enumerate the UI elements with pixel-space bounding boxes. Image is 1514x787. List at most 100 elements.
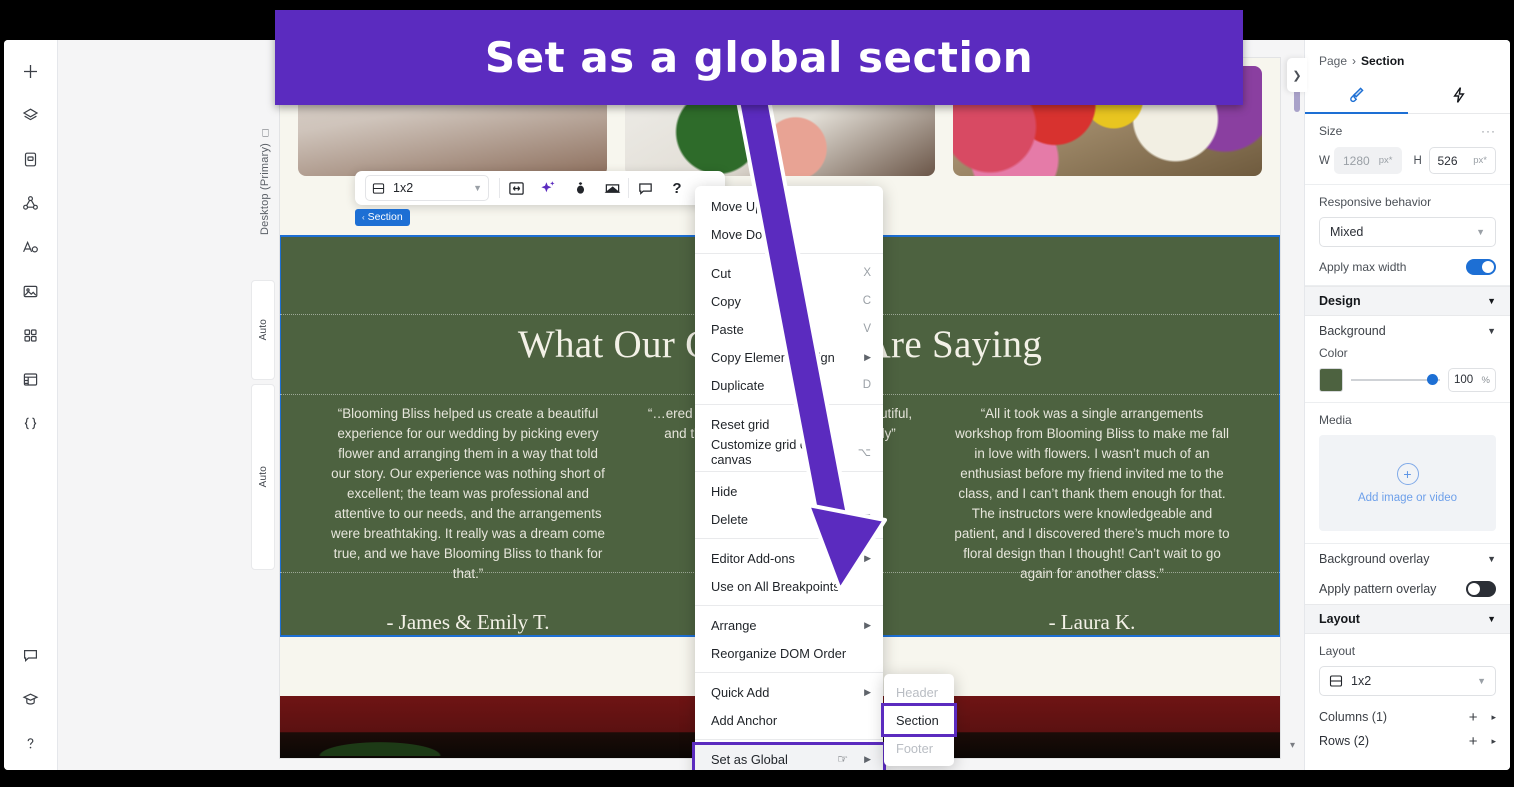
slider-thumb[interactable] <box>1427 374 1438 385</box>
plus-icon: + <box>1396 462 1419 485</box>
opacity-input[interactable]: 100 % <box>1448 368 1496 392</box>
add-element-icon[interactable] <box>14 54 48 88</box>
chevron-right-icon: ▶ <box>864 686 871 697</box>
size-section: Size ··· W 1280 px* H 526 px* <box>1305 114 1510 185</box>
chevron-right-icon: ▶ <box>864 753 871 764</box>
size-header: Size ··· <box>1319 124 1496 138</box>
menu-item-quick-add[interactable]: Quick Add ▶ <box>695 678 883 706</box>
menu-item-duplicate[interactable]: Duplicate D <box>695 371 883 399</box>
menu-shortcut: D <box>862 379 871 391</box>
add-row-button[interactable]: + <box>1469 733 1478 750</box>
menu-item-reorganize-dom-order[interactable]: Reorganize DOM Order <box>695 639 883 667</box>
testimonial-author: - Laura K. <box>1048 610 1136 634</box>
learn-icon[interactable] <box>14 682 48 716</box>
chevron-down-icon: ▼ <box>1487 554 1496 564</box>
apply-max-width-toggle[interactable] <box>1466 259 1496 275</box>
menu-item-customize-grid-on-canvas[interactable]: Customize grid on canvas ⌥ <box>695 437 883 467</box>
menu-item-editor-add-ons[interactable]: Editor Add-ons ▶ <box>695 544 883 572</box>
comment-icon[interactable] <box>14 638 48 672</box>
context-menu: Move Up Move Down Cut X Copy C Paste V Copy… <box>692 186 886 770</box>
auto-rail-row-1[interactable]: Auto <box>251 280 275 380</box>
site-structure-icon[interactable] <box>14 186 48 220</box>
rows-row: Rows (2) + ▸ <box>1305 732 1510 750</box>
toggle-knob <box>1482 261 1494 273</box>
media-icon[interactable] <box>14 274 48 308</box>
stretch-icon[interactable] <box>500 172 532 204</box>
background-overlay-label: Background overlay <box>1319 552 1430 566</box>
height-label: H <box>1413 154 1422 167</box>
media-label: Media <box>1319 413 1352 427</box>
max-width-label: Apply max width <box>1319 260 1407 274</box>
menu-item-arrange[interactable]: Arrange ▶ <box>695 611 883 639</box>
apply-pattern-overlay-toggle[interactable] <box>1466 581 1496 597</box>
menu-item-copy[interactable]: Copy C <box>695 287 883 315</box>
design-section-header[interactable]: Design ▼ <box>1305 286 1510 316</box>
menu-item-hide[interactable]: Hide <box>695 477 883 505</box>
menu-item-move-up[interactable]: Move Up <box>695 192 883 220</box>
media-label-wrap: Media <box>1305 403 1510 427</box>
pages-icon[interactable] <box>14 142 48 176</box>
hand-cursor-icon: ☞ <box>837 752 849 766</box>
tab-design[interactable] <box>1305 76 1408 114</box>
submenu-label: Section <box>896 712 939 728</box>
columns-expand-icon[interactable]: ▸ <box>1491 712 1496 723</box>
layout-select[interactable]: 1x2 ▼ <box>1319 666 1496 696</box>
menu-item-paste[interactable]: Paste V <box>695 315 883 343</box>
cms-icon[interactable] <box>14 362 48 396</box>
layers-icon[interactable] <box>14 98 48 132</box>
color-swatch[interactable] <box>1319 368 1343 392</box>
menu-item-set-as-global[interactable]: Set as Global ☞ ▶ <box>692 742 886 770</box>
menu-item-add-anchor[interactable]: Add Anchor <box>695 706 883 734</box>
toolbar-layout-select[interactable]: 1x2 ▼ <box>365 175 489 201</box>
breadcrumb-parent[interactable]: Page <box>1319 54 1347 68</box>
menu-item-move-down[interactable]: Move Down <box>695 220 883 248</box>
menu-item-use-on-all-breakpoints[interactable]: Use on All Breakpoints <box>695 572 883 600</box>
chevron-down-icon: ▼ <box>1476 227 1485 237</box>
text-icon[interactable] <box>14 230 48 264</box>
background-subsection-header[interactable]: Background ▼ <box>1305 316 1510 346</box>
submenu-item-section[interactable]: Section <box>881 703 957 737</box>
menu-label: Customize grid on canvas <box>711 437 815 467</box>
selection-breadcrumb-chip[interactable]: ‹ Section <box>355 209 410 226</box>
size-more-icon[interactable]: ··· <box>1481 124 1496 138</box>
menu-divider <box>695 538 883 539</box>
layout-section-header[interactable]: Layout ▼ <box>1305 604 1510 634</box>
height-unit: px* <box>1473 155 1487 166</box>
help-icon[interactable] <box>14 726 48 760</box>
responsive-behavior-select[interactable]: Mixed ▼ <box>1319 217 1496 247</box>
comment-icon[interactable] <box>629 172 661 204</box>
testimonial-1[interactable]: “Blooming Bliss helped us create a beaut… <box>330 404 606 635</box>
canvas-scroll-arrow-icon[interactable]: ▾ <box>1290 740 1300 751</box>
scroll-effect-icon[interactable] <box>596 172 628 204</box>
color-label-wrap: Color <box>1305 346 1510 360</box>
menu-label: Duplicate <box>711 377 765 393</box>
menu-item-reset-grid[interactable]: Reset grid <box>695 410 883 438</box>
height-input[interactable]: 526 px* <box>1428 147 1496 174</box>
testimonial-author: - James & Emily T. <box>386 610 550 634</box>
opacity-slider[interactable] <box>1351 373 1440 387</box>
menu-label: Set as Global <box>711 751 788 767</box>
width-input[interactable]: 1280 px* <box>1334 147 1402 174</box>
ai-sparkle-icon[interactable] <box>532 172 564 204</box>
menu-item-delete[interactable]: Delete ⌫ <box>695 505 883 533</box>
menu-shortcut: ⌥ <box>857 447 871 459</box>
background-overlay-header[interactable]: Background overlay ▼ <box>1305 544 1510 574</box>
help-icon[interactable]: ? <box>661 172 693 204</box>
add-column-button[interactable]: + <box>1469 709 1478 726</box>
panel-collapse-handle[interactable]: ❯ <box>1287 58 1307 92</box>
menu-label: Delete <box>711 511 748 527</box>
tab-interactions[interactable] <box>1408 76 1511 113</box>
add-media-dropzone[interactable]: + Add image or video <box>1319 435 1496 531</box>
menu-shortcut: X <box>863 267 871 279</box>
apps-icon[interactable] <box>14 318 48 352</box>
columns-row: Columns (1) + ▸ <box>1305 702 1510 732</box>
testimonial-3[interactable]: “All it took was a single arrangements w… <box>954 404 1230 635</box>
menu-item-cut[interactable]: Cut X <box>695 259 883 287</box>
auto-rail-row-2[interactable]: Auto <box>251 384 275 570</box>
menu-shortcut: V <box>863 323 871 335</box>
animation-icon[interactable] <box>564 172 596 204</box>
chevron-right-icon: ▶ <box>864 619 871 630</box>
code-icon[interactable] <box>14 406 48 440</box>
rows-expand-icon[interactable]: ▸ <box>1491 736 1496 747</box>
menu-item-copy-element-design[interactable]: Copy Element Design ▶ <box>695 343 883 371</box>
